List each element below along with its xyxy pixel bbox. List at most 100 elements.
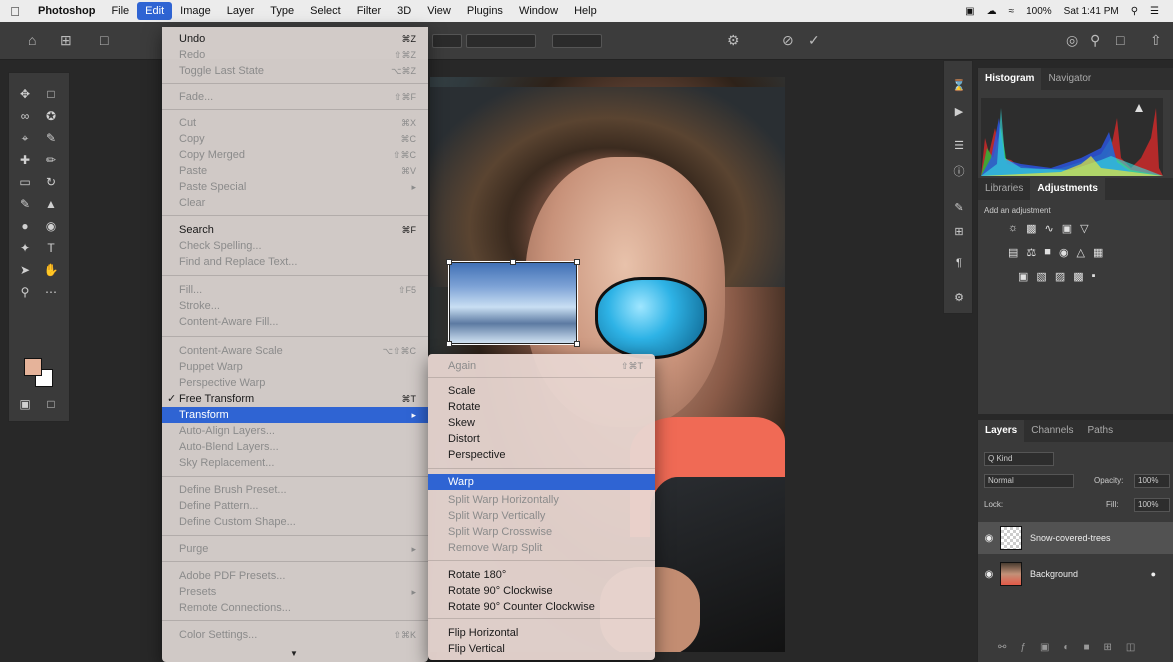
warp-style-field[interactable]: [432, 34, 462, 48]
menu-image[interactable]: Image: [172, 0, 219, 22]
delete-layer-icon[interactable]: ◫: [1126, 642, 1135, 653]
healing-tool-icon[interactable]: ✚: [15, 151, 35, 169]
eyedropper-tool-icon[interactable]: ✎: [41, 129, 61, 147]
menu-item-auto-align-layers[interactable]: Auto-Align Layers...: [162, 423, 428, 439]
display-icon[interactable]: ▣: [965, 6, 974, 17]
menu-item-copy-merged[interactable]: Copy Merged ⇧⌘C: [162, 147, 428, 163]
group-icon[interactable]: ■: [1083, 642, 1089, 653]
fx-icon[interactable]: ƒ: [1020, 642, 1026, 653]
menu-item-auto-blend-layers[interactable]: Auto-Blend Layers...: [162, 439, 428, 455]
control-center-icon[interactable]: ☰: [1150, 6, 1159, 17]
history-icon[interactable]: ⌛: [952, 79, 966, 93]
lasso-tool-icon[interactable]: ∞: [15, 107, 35, 125]
levels-icon[interactable]: ▩: [1026, 222, 1036, 235]
color-balance-icon[interactable]: ⚖: [1026, 246, 1036, 259]
gradient-map-icon[interactable]: ▩: [1073, 270, 1083, 283]
apple-icon[interactable]: : [0, 4, 30, 19]
invert-icon[interactable]: ▣: [1018, 270, 1028, 283]
color-lookup-icon[interactable]: ▦: [1093, 246, 1103, 259]
channel-mixer-icon[interactable]: △: [1077, 246, 1085, 259]
warp-mode-icon[interactable]: ⚙: [727, 32, 740, 49]
zoom-tool-icon[interactable]: ⚲: [15, 283, 35, 301]
submenu-item-split-warp-crosswise[interactable]: Split Warp Crosswise: [428, 524, 655, 540]
menu-item-sky-replacement[interactable]: Sky Replacement...: [162, 455, 428, 471]
options-field[interactable]: [552, 34, 602, 48]
menubar-clock[interactable]: Sat 1:41 PM: [1064, 6, 1119, 17]
selective-color-icon[interactable]: ▪: [1092, 270, 1096, 283]
submenu-item-split-warp-horizontally[interactable]: Split Warp Horizontally: [428, 492, 655, 508]
menu-layer[interactable]: Layer: [219, 0, 263, 22]
search-icon[interactable]: ⚲: [1090, 32, 1100, 49]
menu-filter[interactable]: Filter: [349, 0, 389, 22]
menu-item-puppet-warp[interactable]: Puppet Warp: [162, 359, 428, 375]
transform-bounding-box[interactable]: [446, 259, 580, 347]
menu-type[interactable]: Type: [262, 0, 302, 22]
creative-cloud-icon[interactable]: ☁: [987, 6, 997, 17]
eraser-tool-icon[interactable]: ✎: [15, 195, 35, 213]
adjustment-layer-icon[interactable]: ◐: [1063, 642, 1069, 653]
visibility-eye-icon[interactable]: ◉: [978, 533, 1000, 544]
threshold-icon[interactable]: ▨: [1055, 270, 1065, 283]
menu-item-presets[interactable]: Presets ▸: [162, 584, 428, 600]
scroll-down-arrow-icon[interactable]: ▼: [290, 649, 298, 658]
hand-tool-icon[interactable]: ✋: [41, 261, 61, 279]
path-select-tool-icon[interactable]: ➤: [15, 261, 35, 279]
menu-view[interactable]: View: [419, 0, 459, 22]
move-tool-icon[interactable]: ✥: [15, 85, 35, 103]
layer-filter-kind[interactable]: Q Kind: [984, 452, 1054, 466]
layer-row[interactable]: ◉ Background ●: [978, 558, 1173, 590]
transform-handle[interactable]: [510, 259, 516, 265]
actions-icon[interactable]: ▶: [952, 105, 966, 119]
menu-item-color-settings[interactable]: Color Settings... ⇧⌘K: [162, 627, 428, 643]
menu-item-content-aware-scale[interactable]: Content-Aware Scale ⌥⇧⌘C: [162, 343, 428, 359]
submenu-item-warp[interactable]: Warp: [428, 474, 655, 490]
submenu-item-perspective[interactable]: Perspective: [428, 447, 655, 463]
menu-edit[interactable]: Edit: [137, 2, 173, 20]
menu-3d[interactable]: 3D: [389, 0, 419, 22]
mask-icon[interactable]: ▣: [1040, 642, 1049, 653]
workspace-icon[interactable]: □: [1116, 32, 1124, 48]
home-icon[interactable]: ⌂: [28, 32, 36, 48]
glyphs-icon[interactable]: ⚙: [952, 291, 966, 305]
submenu-item-flip-vertical[interactable]: Flip Vertical: [428, 641, 655, 657]
menu-item-perspective-warp[interactable]: Perspective Warp: [162, 375, 428, 391]
info-icon[interactable]: ⓘ: [952, 163, 966, 178]
tool-preset-icon[interactable]: ⊞: [60, 32, 72, 49]
brushes-icon[interactable]: ✎: [952, 201, 966, 215]
menu-item-check-spelling[interactable]: Check Spelling...: [162, 238, 428, 254]
menu-item-define-brush-preset[interactable]: Define Brush Preset...: [162, 482, 428, 498]
tab-paths[interactable]: Paths: [1081, 420, 1121, 442]
submenu-item-again[interactable]: Again ⇧⌘T: [428, 358, 655, 374]
menu-file[interactable]: File: [103, 0, 137, 22]
submenu-item-split-warp-vertically[interactable]: Split Warp Vertically: [428, 508, 655, 524]
stamp-tool-icon[interactable]: ▭: [15, 173, 35, 191]
menu-item-adobe-pdf-presets[interactable]: Adobe PDF Presets...: [162, 568, 428, 584]
brush-tool-icon[interactable]: ✏: [41, 151, 61, 169]
menu-item-toggle-last-state[interactable]: Toggle Last State ⌥⌘Z: [162, 63, 428, 79]
menu-plugins[interactable]: Plugins: [459, 0, 511, 22]
quick-select-tool-icon[interactable]: ✪: [41, 107, 61, 125]
history-brush-icon[interactable]: ↻: [41, 173, 61, 191]
photo-filter-icon[interactable]: ◉: [1059, 246, 1069, 259]
paragraph-icon[interactable]: ¶: [952, 257, 966, 271]
menu-item-fill[interactable]: Fill... ⇧F5: [162, 282, 428, 298]
visibility-eye-icon[interactable]: ◉: [978, 569, 1000, 580]
clone-source-icon[interactable]: ⊞: [952, 225, 966, 239]
screen-mode-icon[interactable]: □: [41, 395, 61, 413]
submenu-item-rotate-90-clockwise[interactable]: Rotate 90° Clockwise: [428, 583, 655, 599]
foreground-color-swatch[interactable]: [24, 358, 42, 376]
dodge-tool-icon[interactable]: ◉: [41, 217, 61, 235]
transform-handle[interactable]: [446, 341, 452, 347]
menu-item-undo[interactable]: Undo ⌘Z: [162, 31, 428, 47]
vibrance-icon[interactable]: ▽: [1080, 222, 1088, 235]
reference-point-icon[interactable]: □: [100, 32, 108, 48]
gradient-tool-icon[interactable]: ▲: [41, 195, 61, 213]
opacity-field[interactable]: 100%: [1134, 474, 1170, 488]
battery-status[interactable]: 100%: [1026, 6, 1052, 17]
menu-item-transform[interactable]: Transform ▸: [162, 407, 428, 423]
interpolation-field[interactable]: [466, 34, 536, 48]
hue-saturation-icon[interactable]: ▤: [1008, 246, 1018, 259]
menu-item-define-pattern[interactable]: Define Pattern...: [162, 498, 428, 514]
menu-item-content-aware-fill[interactable]: Content-Aware Fill...: [162, 314, 428, 330]
crop-tool-icon[interactable]: ⌖: [15, 129, 35, 147]
